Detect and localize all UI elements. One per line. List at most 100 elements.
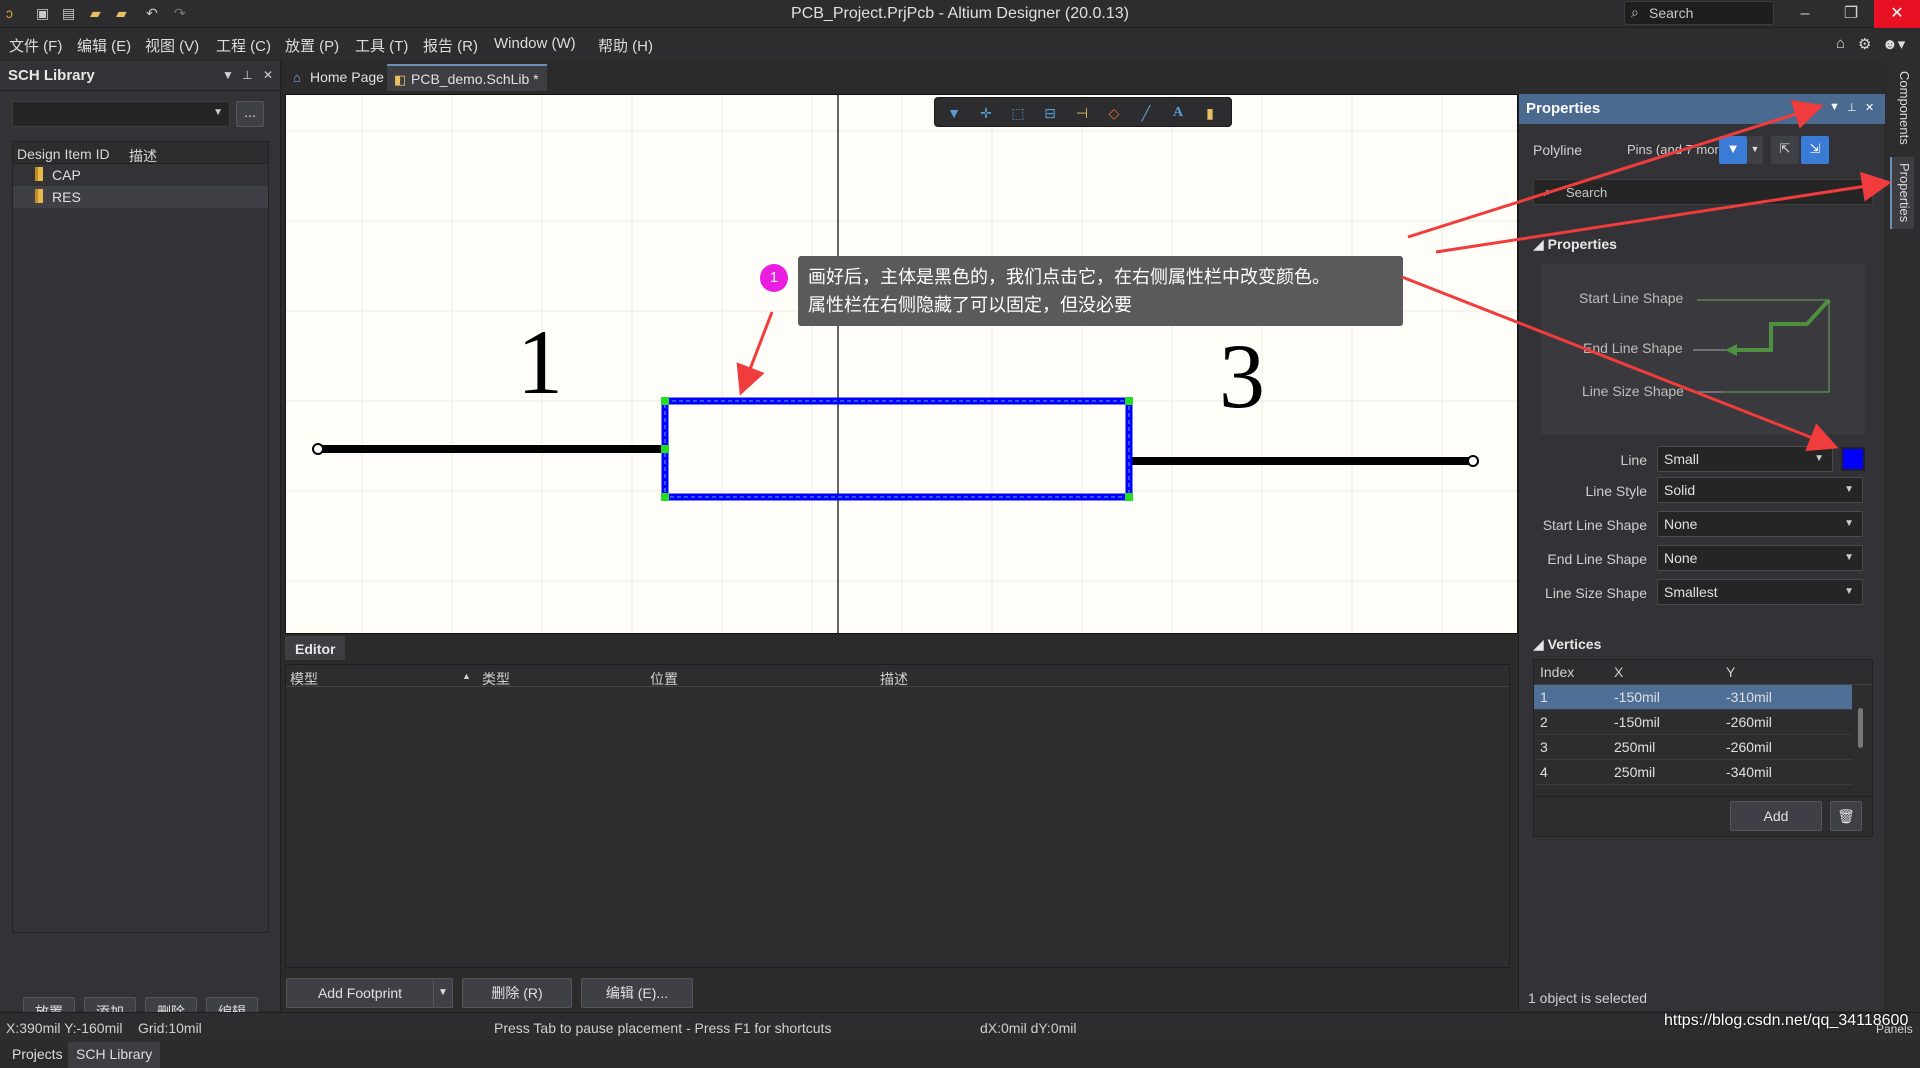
library-filter-select[interactable]: ▼ bbox=[12, 101, 230, 127]
align-icon[interactable]: ⊟ bbox=[1039, 102, 1061, 124]
editor-tab[interactable]: Editor bbox=[285, 636, 345, 660]
add-vertex-button[interactable]: Add bbox=[1730, 801, 1822, 831]
vertex-y[interactable]: -310mil bbox=[1726, 689, 1772, 705]
column-x[interactable]: X bbox=[1614, 664, 1623, 680]
vertex-row[interactable]: 1 -150mil -310mil bbox=[1534, 685, 1852, 710]
library-item-selected[interactable]: RES bbox=[13, 186, 268, 208]
vertex-y[interactable]: -340mil bbox=[1726, 764, 1772, 780]
tab-components[interactable]: Components bbox=[1890, 65, 1914, 153]
tab-sch-library[interactable]: SCH Library bbox=[68, 1042, 161, 1068]
place-pin-icon[interactable]: ⊣ bbox=[1071, 102, 1093, 124]
column-design-item-id[interactable]: Design Item ID bbox=[17, 146, 110, 162]
select-icon[interactable]: ⇱ bbox=[1771, 136, 1799, 164]
panel-close-icon[interactable]: ✕ bbox=[1865, 101, 1874, 114]
add-footprint-dropdown[interactable]: ▼ bbox=[433, 978, 453, 1008]
search-icon: ⌕ bbox=[1631, 4, 1639, 20]
column-y[interactable]: Y bbox=[1726, 664, 1735, 680]
line-size-shape-select[interactable]: Smallest ▼ bbox=[1657, 579, 1863, 605]
menu-help[interactable]: 帮助 (H) bbox=[598, 35, 653, 56]
menu-bar: 文件 (F) 编辑 (E) 视图 (V) 工程 (C) 放置 (P) 工具 (T… bbox=[0, 29, 1920, 59]
tab-home-page[interactable]: ⌂ Home Page bbox=[286, 64, 392, 91]
vertex-index: 3 bbox=[1540, 739, 1548, 755]
menu-edit[interactable]: 编辑 (E) bbox=[77, 35, 131, 56]
restore-button[interactable]: ❐ bbox=[1828, 0, 1874, 28]
menu-view[interactable]: 视图 (V) bbox=[145, 35, 199, 56]
user-icon[interactable]: ☻▾ bbox=[1882, 35, 1905, 53]
vertices-footer: Add 🗑 bbox=[1533, 797, 1873, 837]
panel-menu-icon[interactable]: ▼ bbox=[222, 68, 234, 82]
edit-model-button[interactable]: 编辑 (E)... bbox=[581, 978, 693, 1008]
grid-lines bbox=[286, 95, 1517, 633]
section-vertices-header[interactable]: ◢ Vertices bbox=[1533, 636, 1601, 653]
column-model[interactable]: 模型 bbox=[290, 669, 318, 689]
line-width-select[interactable]: Small ▼ bbox=[1657, 446, 1833, 472]
schematic-drawing[interactable]: 1 3 bbox=[286, 95, 1518, 634]
vertex-x[interactable]: 250mil bbox=[1614, 764, 1655, 780]
vertices-scrollbar[interactable] bbox=[1856, 690, 1866, 790]
library-more-button[interactable]: ... bbox=[236, 101, 264, 127]
minimize-button[interactable]: – bbox=[1782, 0, 1828, 28]
vertex-y[interactable]: -260mil bbox=[1726, 714, 1772, 730]
panel-menu-icon[interactable]: ▼ bbox=[1829, 101, 1840, 113]
menu-project[interactable]: 工程 (C) bbox=[216, 35, 271, 56]
panel-close-icon[interactable]: ✕ bbox=[263, 68, 273, 82]
selection-handle bbox=[661, 445, 669, 453]
ieee-symbol-icon[interactable]: ◇ bbox=[1103, 102, 1125, 124]
properties-search-input[interactable]: ⌕ Search bbox=[1533, 179, 1873, 205]
line-size-shape-value: Smallest bbox=[1664, 584, 1718, 600]
chevron-down-icon: ▼ bbox=[1844, 586, 1854, 597]
column-description[interactable]: 描述 bbox=[880, 669, 908, 689]
line-color-swatch[interactable] bbox=[1841, 447, 1865, 471]
place-part-icon[interactable]: ▮ bbox=[1199, 102, 1221, 124]
vertex-x[interactable]: -150mil bbox=[1614, 714, 1660, 730]
chevron-down-icon: ▼ bbox=[1844, 484, 1854, 495]
schematic-canvas[interactable]: 1 3 ▼ ✛ ⬚ ⊟ ⊣ ◇ ╱ A ▮ bbox=[285, 94, 1518, 634]
column-type[interactable]: 类型 bbox=[482, 669, 510, 689]
gear-icon[interactable]: ⚙ bbox=[1858, 35, 1871, 53]
menu-place[interactable]: 放置 (P) bbox=[285, 35, 339, 56]
pin-icon[interactable]: ⊥ bbox=[242, 68, 252, 82]
column-location[interactable]: 位置 bbox=[650, 669, 678, 689]
home-icon: ⌂ bbox=[293, 70, 301, 85]
menu-tools[interactable]: 工具 (T) bbox=[355, 35, 408, 56]
line-style-select[interactable]: Solid ▼ bbox=[1657, 477, 1863, 503]
vertex-row[interactable]: 2 -150mil -260mil bbox=[1534, 710, 1852, 735]
field-line-style-label: Line Style bbox=[1585, 483, 1647, 499]
vertex-row[interactable]: 3 250mil -260mil bbox=[1534, 735, 1852, 760]
add-footprint-button[interactable]: Add Footprint bbox=[286, 978, 434, 1008]
column-index[interactable]: Index bbox=[1540, 664, 1574, 680]
pin-icon[interactable]: ⊥ bbox=[1847, 101, 1857, 114]
vertex-row[interactable]: 4 250mil -340mil bbox=[1534, 760, 1852, 785]
filter-button[interactable]: ▼ bbox=[1719, 136, 1747, 164]
library-item-list: Design Item ID 描述 CAP RES bbox=[12, 141, 269, 933]
menu-file[interactable]: 文件 (F) bbox=[9, 35, 62, 56]
pointer-icon[interactable]: ⇲ bbox=[1801, 136, 1829, 164]
filter-dropdown[interactable]: ▼ bbox=[1747, 136, 1763, 164]
tab-schlib-label: PCB_demo.SchLib * bbox=[411, 71, 539, 87]
place-text-icon[interactable]: A bbox=[1167, 102, 1189, 124]
select-rect-icon[interactable]: ⬚ bbox=[1007, 102, 1029, 124]
column-description[interactable]: 描述 bbox=[129, 146, 157, 166]
cursor-coordinates: X:390mil Y:-160mil bbox=[6, 1020, 123, 1036]
vertex-x[interactable]: 250mil bbox=[1614, 739, 1655, 755]
delete-model-button[interactable]: 删除 (R) bbox=[462, 978, 572, 1008]
tab-properties[interactable]: Properties bbox=[1890, 157, 1914, 229]
trash-icon[interactable]: 🗑 bbox=[1830, 801, 1862, 831]
filter-icon[interactable]: ▼ bbox=[943, 102, 965, 124]
vertex-x[interactable]: -150mil bbox=[1614, 689, 1660, 705]
vertex-y[interactable]: -260mil bbox=[1726, 739, 1772, 755]
end-line-shape-select[interactable]: None ▼ bbox=[1657, 545, 1863, 571]
start-line-shape-select[interactable]: None ▼ bbox=[1657, 511, 1863, 537]
move-icon[interactable]: ✛ bbox=[975, 102, 997, 124]
section-properties-header[interactable]: ◢ Properties bbox=[1533, 236, 1617, 253]
tab-schlib-document[interactable]: ◧ PCB_demo.SchLib * bbox=[387, 64, 547, 91]
tab-projects[interactable]: Projects bbox=[4, 1042, 71, 1068]
pin-1-end bbox=[312, 443, 324, 455]
home-icon[interactable]: ⌂ bbox=[1836, 35, 1845, 52]
menu-reports[interactable]: 报告 (R) bbox=[423, 35, 478, 56]
title-search-input[interactable]: ⌕ Search bbox=[1624, 1, 1774, 25]
menu-window[interactable]: Window (W) bbox=[494, 35, 576, 52]
close-button[interactable]: ✕ bbox=[1874, 0, 1920, 28]
place-line-icon[interactable]: ╱ bbox=[1135, 102, 1157, 124]
library-item[interactable]: CAP bbox=[13, 164, 268, 186]
